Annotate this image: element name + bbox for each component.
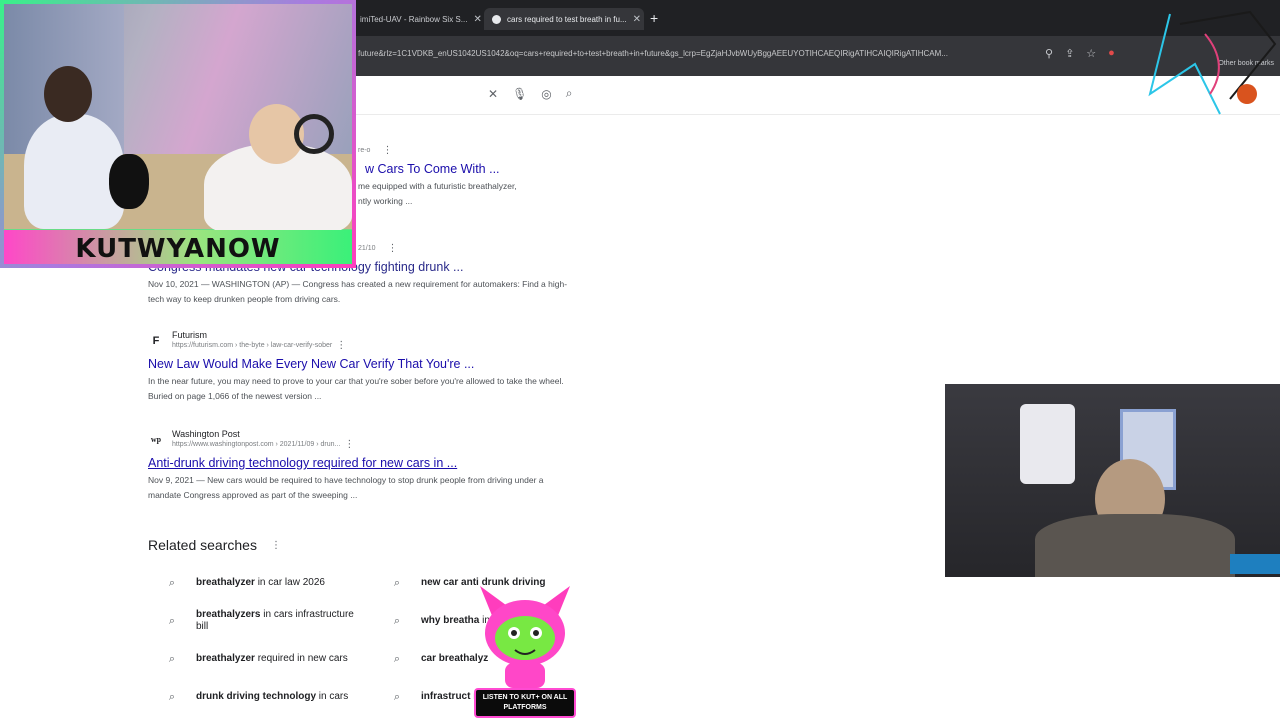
webcam-overlay-right [945,384,1280,577]
microphone [109,154,149,209]
close-icon[interactable]: ✕ [473,14,481,25]
jersey-frame [1020,404,1075,484]
result-snippet: Nov 10, 2021 — WASHINGTON (AP) — Congres… [148,277,568,307]
more-options-icon[interactable]: ⋮ [344,439,354,450]
search-icon: ⌕ [393,576,401,589]
tab-label: cars required to test breath in fu... [507,14,627,24]
related-search-chip[interactable]: ⌕ breathalyzer required in new cars [148,643,360,675]
related-search-text: breathalyzer required in new cars [196,653,348,664]
webcam-scene [4,4,352,234]
google-icon [492,14,501,24]
url-field[interactable]: future&rlz=1C1VDKB_enUS1042US1042&oq=car… [358,49,1038,63]
bookmark-star-icon[interactable]: ☆ [1086,47,1096,60]
tab-label: imiTed-UAV - Rainbow Six S... [360,14,468,24]
related-search-text: breathalyzer in car law 2026 [196,577,325,588]
related-searches-heading: Related searches ⋮ [148,537,281,553]
result-snippet: In the near future, you may need to prov… [148,376,564,401]
more-options-icon[interactable]: ⋮ [271,540,281,551]
more-options-icon[interactable]: ⋮ [388,243,398,254]
streamer-name-banner: KUTWYANOW [4,230,352,264]
more-options-icon[interactable]: ⋮ [336,340,346,351]
search-icon: ⌕ [168,652,176,665]
result-url: 21/10 [358,245,376,252]
result-url: re-o [358,147,371,154]
search-icon: ⌕ [168,690,176,703]
address-bar-icons: ⚲ ⇪ ☆ ● [1045,47,1115,60]
result-title[interactable]: Anti-drunk driving technology required f… [148,456,568,470]
close-icon[interactable]: ✕ [633,14,641,25]
new-tab-plus-icon[interactable]: + [650,10,658,26]
result-snippet-text: — WASHINGTON (AP) — Congress has created… [148,279,568,304]
search-icon: ⌕ [393,690,401,703]
search-icon: ⌕ [168,576,176,589]
result-snippet: Nov 9, 2021 — New cars would be required… [148,473,568,503]
result-title[interactable]: New Law Would Make Every New Car Verify … [148,357,568,371]
related-searches-title: Related searches [148,537,257,553]
related-search-chip[interactable]: ⌕ drunk driving technology in cars [148,681,360,713]
share-icon[interactable]: ⇪ [1065,47,1074,60]
related-search-text: breathalyzers in cars infrastructure bil… [196,609,354,632]
headphones [294,114,334,154]
device-glow [1230,554,1280,574]
washington-post-favicon: wp [150,435,162,444]
result-url: https://www.washingtonpost.com › 2021/11… [172,441,341,448]
microphone-icon[interactable]: 🎙︎ [512,87,527,101]
result-date: Nov 10, 2021 [148,279,199,289]
search-icon: ⌕ [168,614,176,627]
search-icon[interactable]: ⌕ [566,86,573,101]
search-result: wp Washington Post https://www.washingto… [148,429,568,503]
result-source-name: Futurism [172,330,208,340]
more-options-icon[interactable]: ⋮ [382,145,392,156]
futurism-favicon: F [152,334,160,347]
person-body [1035,514,1235,577]
mascot-badge: LISTEN TO KUT+ ON ALL PLATFORMS [474,688,576,718]
search-icon: ⌕ [393,652,401,665]
clear-icon[interactable]: ✕ [488,87,498,101]
related-search-chip[interactable]: ⌕ breathalyzers in cars infrastructure b… [148,605,360,637]
result-url: https://futurism.com › the-byte › law-ca… [172,342,333,349]
related-search-chip[interactable]: ⌕ breathalyzer in car law 2026 [148,567,360,599]
person-left-head [44,66,92,122]
webcam-overlay-left: KUTWYANOW [0,0,356,268]
result-date: Nov 9, 2021 [148,475,194,485]
channel-logo-overlay [1148,10,1277,115]
result-snippet-text: — New cars would be required to have tec… [148,475,544,500]
related-search-text: drunk driving technology in cars [196,691,349,702]
result-source-name: Washington Post [172,429,240,439]
tab-rainbow-six[interactable]: imiTed-UAV - Rainbow Six S... ✕ [352,8,482,30]
search-bar-icons: ✕ 🎙︎ ◎ ⌕ [488,86,573,101]
search-result: F Futurism https://futurism.com › the-by… [148,330,568,404]
tab-search-results[interactable]: cars required to test breath in fu... ✕ [484,8,644,30]
search-icon: ⌕ [393,614,401,627]
lens-camera-icon[interactable]: ◎ [541,87,551,101]
location-pin-icon[interactable]: ⚲ [1045,47,1053,60]
